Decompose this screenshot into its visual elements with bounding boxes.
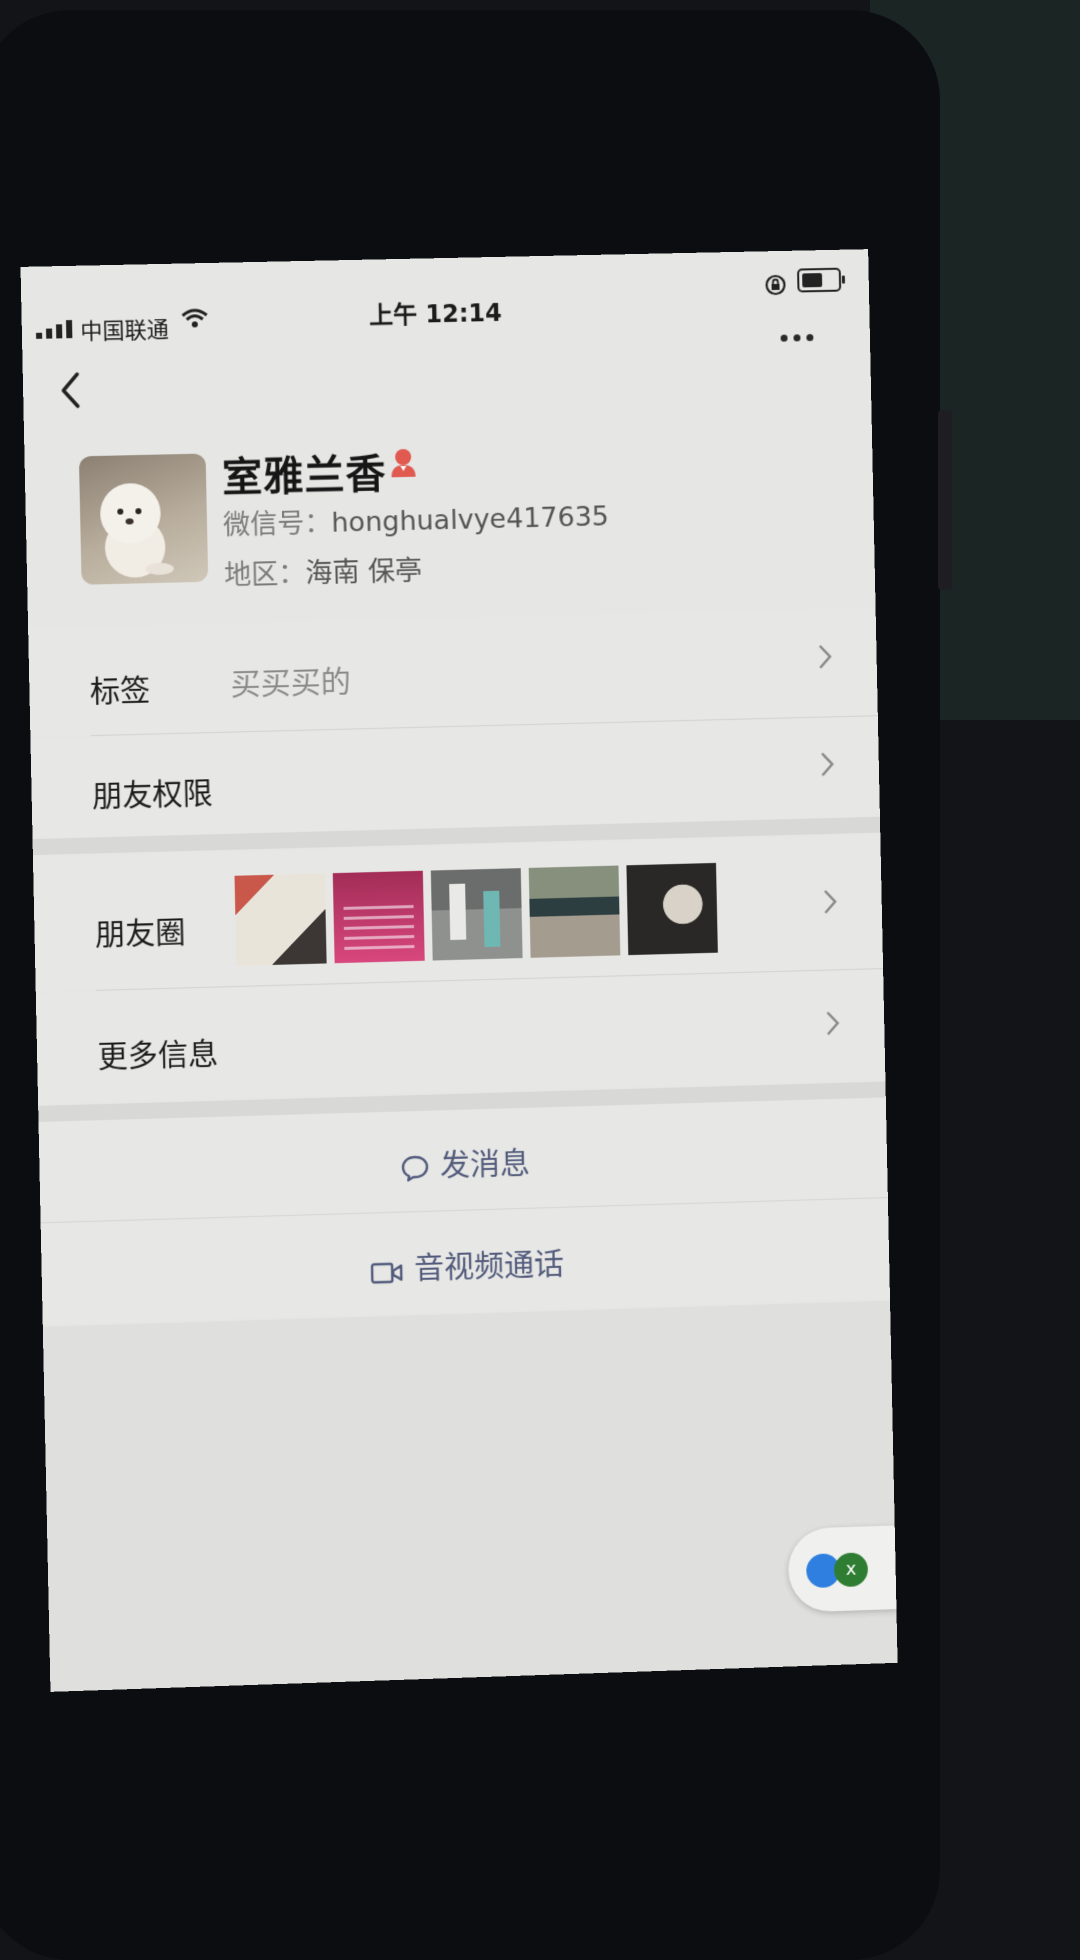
moments-thumbnail: [430, 868, 523, 961]
moments-thumbnail: [234, 873, 327, 966]
wechat-id: 微信号：honghualvye417635: [223, 494, 610, 542]
video-camera-icon: [370, 1262, 403, 1283]
signal-icon: [36, 318, 73, 339]
status-time: 上午 12:14: [368, 298, 503, 330]
friend-permission-label: 朋友权限: [91, 776, 214, 815]
region-label: 地区：: [223, 558, 306, 592]
moments-thumbnail: [332, 870, 425, 964]
send-message-label: 发消息: [439, 1145, 531, 1184]
moments-label: 朋友圈: [94, 915, 186, 953]
chevron-right-icon: [824, 1009, 840, 1037]
chat-bubble-icon: [401, 1155, 429, 1182]
chevron-right-icon: [817, 643, 833, 671]
moments-row[interactable]: 朋友圈: [32, 834, 884, 992]
region-value: 海南 保亭: [305, 555, 423, 590]
tag-label: 标签: [89, 673, 151, 711]
contact-name: 室雅兰香: [221, 451, 387, 502]
moments-thumbnail: [626, 862, 718, 956]
back-chevron-icon[interactable]: [57, 370, 82, 411]
empty-area: [42, 1300, 898, 1692]
wifi-icon: [181, 308, 208, 327]
battery-icon: [797, 267, 846, 293]
video-call-label: 音视频通话: [413, 1246, 565, 1287]
wechat-id-value: honghualvye417635: [331, 501, 610, 539]
floating-widget[interactable]: x: [787, 1525, 898, 1613]
dog-avatar-image: [99, 482, 174, 579]
chevron-right-icon: [819, 750, 835, 778]
more-info-label: 更多信息: [97, 1036, 219, 1076]
female-icon: [391, 448, 416, 478]
moments-thumbnails: [234, 862, 718, 966]
carrier-name: 中国联通: [80, 317, 170, 345]
wechat-id-label: 微信号：: [222, 507, 332, 542]
moments-thumbnail: [528, 865, 621, 958]
close-badge[interactable]: x: [833, 1552, 869, 1588]
more-icon[interactable]: [780, 334, 814, 342]
tag-value: 买买买的: [230, 664, 352, 703]
tag-row[interactable]: 标签 买买买的: [28, 607, 878, 737]
region: 地区：海南 保亭: [224, 549, 423, 593]
chevron-right-icon: [822, 888, 838, 916]
rotation-lock-icon: [763, 273, 787, 297]
screen: 中国联通 上午 12:14 室雅兰香 微信号：honghualvye417635…: [20, 249, 898, 1692]
more-info-row[interactable]: 更多信息: [35, 970, 886, 1104]
phone-side-button: [938, 410, 952, 590]
avatar[interactable]: [78, 453, 209, 585]
